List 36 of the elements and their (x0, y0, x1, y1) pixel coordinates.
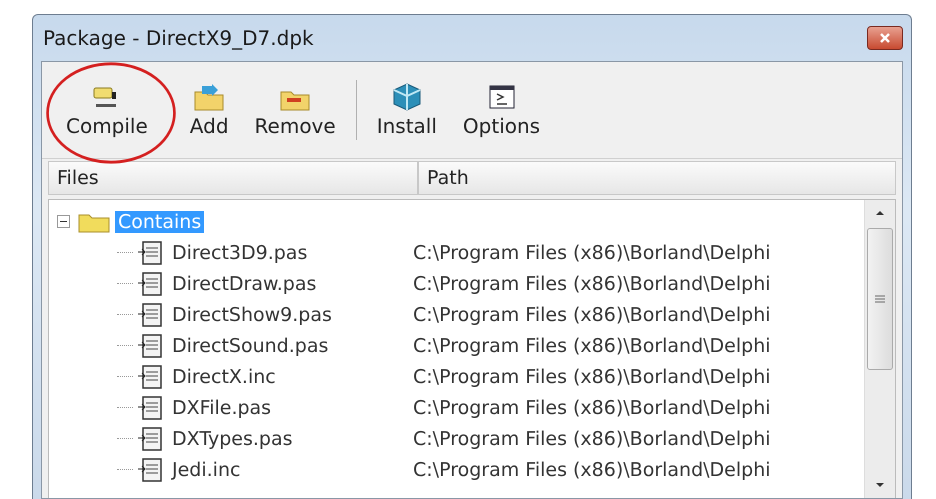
grip-icon (874, 294, 886, 304)
file-path: C:\Program Files (x86)\Borland\Delphi (413, 458, 771, 480)
file-path: C:\Program Files (x86)\Borland\Delphi (413, 366, 771, 388)
file-path: C:\Program Files (x86)\Borland\Delphi (413, 428, 771, 450)
file-name[interactable]: DirectDraw.pas (169, 272, 320, 294)
file-icon (137, 394, 165, 420)
scroll-thumb[interactable] (867, 228, 893, 370)
file-path: C:\Program Files (x86)\Borland\Delphi (413, 304, 771, 326)
file-path: C:\Program Files (x86)\Borland\Delphi (413, 242, 771, 264)
column-header[interactable]: Files (48, 161, 418, 195)
column-header[interactable]: Path (418, 161, 896, 195)
file-name[interactable]: DirectX.inc (169, 366, 279, 388)
file-name[interactable]: DirectSound.pas (169, 334, 332, 356)
file-name[interactable]: Direct3D9.pas (169, 242, 310, 264)
file-icon (137, 240, 165, 266)
add-button[interactable]: Add (184, 78, 235, 142)
file-icon (137, 332, 165, 358)
file-name[interactable]: DirectShow9.pas (169, 304, 335, 326)
file-icon (137, 302, 165, 328)
file-name[interactable]: DXFile.pas (169, 396, 274, 418)
window-title: Package - DirectX9_D7.dpk (42, 26, 314, 50)
file-icon (137, 364, 165, 390)
file-icon (137, 426, 165, 452)
file-path: C:\Program Files (x86)\Borland\Delphi (413, 272, 771, 294)
vertical-scrollbar[interactable] (864, 200, 895, 498)
file-name[interactable]: Jedi.inc (169, 458, 244, 480)
remove-button[interactable]: Remove (248, 78, 342, 142)
file-icon (137, 270, 165, 296)
options-button[interactable]: Options (456, 78, 546, 142)
file-path: C:\Program Files (x86)\Borland\Delphi (413, 396, 771, 418)
collapse-toggle[interactable] (57, 215, 73, 228)
install-button[interactable]: Install (370, 78, 443, 142)
close-button[interactable] (867, 26, 903, 50)
file-path: C:\Program Files (x86)\Borland\Delphi (413, 334, 771, 356)
file-icon (137, 456, 165, 482)
file-name[interactable]: DXTypes.pas (169, 428, 296, 450)
